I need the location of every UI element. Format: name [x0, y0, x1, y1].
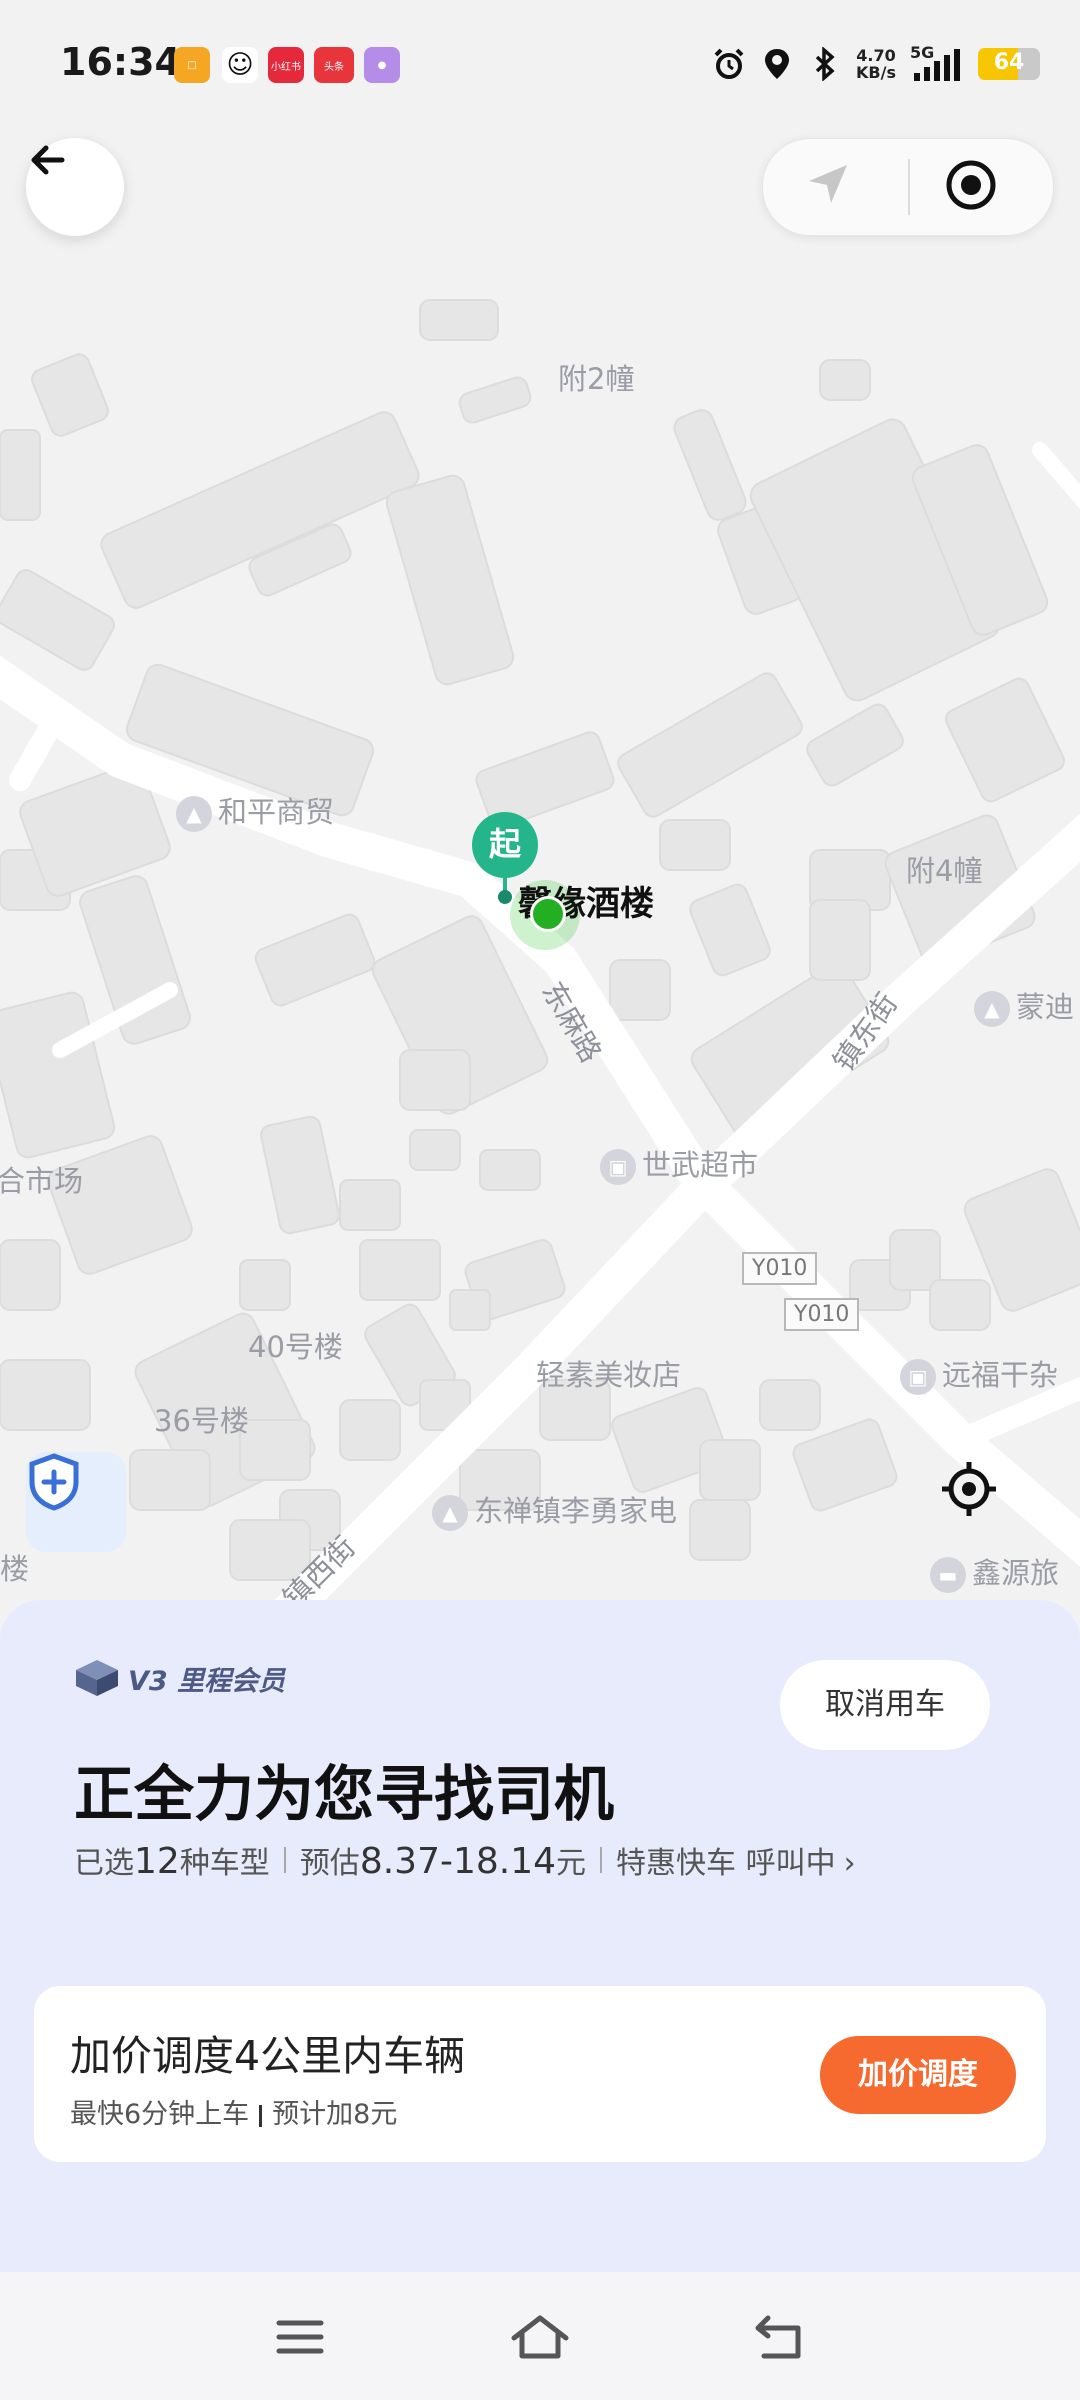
cancel-ride-button[interactable]: 取消用车 [780, 1660, 990, 1750]
back-button[interactable] [26, 138, 124, 236]
poi-dongchan[interactable]: ▲ 东禅镇李勇家电 [432, 1488, 677, 1531]
chevron-right-icon: › [843, 1846, 856, 1881]
start-marker-dot [498, 890, 512, 904]
divider [600, 1847, 603, 1873]
signal-bars-icon [914, 49, 960, 81]
current-location-dot [530, 896, 566, 932]
map-label-36: 36号楼 [154, 1404, 249, 1438]
shield-plus-icon [29, 1453, 79, 1511]
poi-heping[interactable]: ▲ 和平商贸 [176, 789, 334, 832]
map-view[interactable]: 附2幢 附4幢 ▲ 和平商贸 ▣ 世武超市 ▲ 蒙迪 合市场 40号楼 36号楼 轻素… [0, 0, 1080, 1620]
map-label-qingsu: 轻素美妆店 [536, 1358, 682, 1392]
map-mode-control [762, 138, 1054, 236]
navigation-button[interactable] [803, 159, 873, 215]
poi-shiwu[interactable]: ▣ 世武超市 [600, 1142, 758, 1185]
search-status-title: 正全力为您寻找司机 [74, 1760, 614, 1830]
app-notification-icon: ● [364, 47, 400, 83]
divider [259, 2104, 263, 2127]
route-shield: Y010 [742, 1252, 818, 1285]
ride-info-line[interactable]: 已选 12 种车型 预估 8.37-18.14 元 特惠快车 呼叫中 › [74, 1838, 856, 1882]
network-speed: 4.70 KB/s [856, 46, 896, 82]
cube-icon [76, 1660, 118, 1696]
shopping-bag-icon: ▲ [176, 796, 212, 832]
start-marker[interactable]: 起 [472, 812, 538, 878]
bluetooth-icon [808, 47, 842, 81]
locate-button[interactable] [940, 1460, 1040, 1550]
service-status: 特惠快车 呼叫中 [616, 1846, 836, 1881]
cart-icon: ▣ [900, 1359, 936, 1395]
navigation-bar [0, 2272, 1080, 2400]
crosshair-icon [942, 1462, 996, 1516]
price-boost-card: 加价调度4公里内车辆 最快6分钟上车 预计加8元 加价调度 [34, 1986, 1046, 2162]
battery-percent: 64 [993, 50, 1025, 75]
cart-icon: ▣ [600, 1149, 636, 1185]
price-boost-button[interactable]: 加价调度 [820, 2036, 1016, 2114]
map-label-lou: 楼 [0, 1552, 30, 1586]
route-shield: Y010 [784, 1298, 860, 1331]
location-pin-icon [760, 47, 794, 81]
map-label-building-2: 附2幢 [558, 362, 635, 396]
menu-icon [276, 2320, 324, 2354]
boost-subtitle: 最快6分钟上车 预计加8元 [70, 2099, 398, 2130]
poi-mengdi[interactable]: ▲ 蒙迪 [974, 984, 1074, 1027]
back-nav-button[interactable] [745, 2302, 815, 2372]
status-bar: 16:34 □ ☺ 小红书 头条 ● 4.70 KB/s 5G 64 [0, 0, 1080, 130]
recenter-button[interactable] [943, 157, 1023, 217]
map-label-40: 40号楼 [248, 1330, 343, 1364]
alarm-icon [712, 47, 746, 81]
poi-xinyuan[interactable]: ▬ 鑫源旅 [930, 1550, 1059, 1593]
map-label-building-4: 附4幢 [906, 854, 983, 888]
divider [283, 1847, 286, 1873]
bed-icon: ▬ [930, 1557, 966, 1593]
xiaohongshu-icon: 小红书 [268, 47, 304, 83]
navigation-arrow-icon [809, 165, 847, 203]
shopping-bag-icon: ▲ [432, 1495, 468, 1531]
ride-status-sheet: V3 里程会员 取消用车 正全力为您寻找司机 已选 12 种车型 预估 8.37… [0, 1600, 1080, 2272]
battery-indicator: 64 [978, 48, 1040, 80]
shopping-bag-icon: ▲ [974, 991, 1010, 1027]
home-button[interactable] [505, 2302, 575, 2372]
member-badge-label: V3 里程会员 [128, 1665, 286, 1697]
map-label-market: 合市场 [0, 1164, 84, 1198]
home-icon [511, 2315, 569, 2359]
target-icon [946, 160, 996, 210]
fare-estimate: 8.37-18.14 [359, 1841, 557, 1882]
toutiao-icon: 头条 [314, 47, 354, 83]
vehicle-type-count: 12 [134, 1841, 180, 1882]
poi-yuanfu[interactable]: ▣ 远福干杂 [900, 1352, 1058, 1395]
divider [908, 159, 910, 215]
app-notification-icon: □ [174, 47, 210, 83]
safety-button[interactable] [26, 1452, 126, 1552]
qq-icon: ☺ [222, 47, 258, 83]
signal-indicator: 5G [910, 43, 964, 81]
back-icon [755, 2315, 801, 2359]
arrow-left-icon [31, 145, 65, 175]
status-time: 16:34 [60, 40, 181, 84]
boost-title: 加价调度4公里内车辆 [70, 2032, 466, 2080]
member-badge[interactable]: V3 里程会员 [74, 1656, 285, 1700]
menu-button[interactable] [265, 2302, 335, 2372]
system-icons: 4.70 KB/s 5G 64 [712, 42, 1040, 86]
